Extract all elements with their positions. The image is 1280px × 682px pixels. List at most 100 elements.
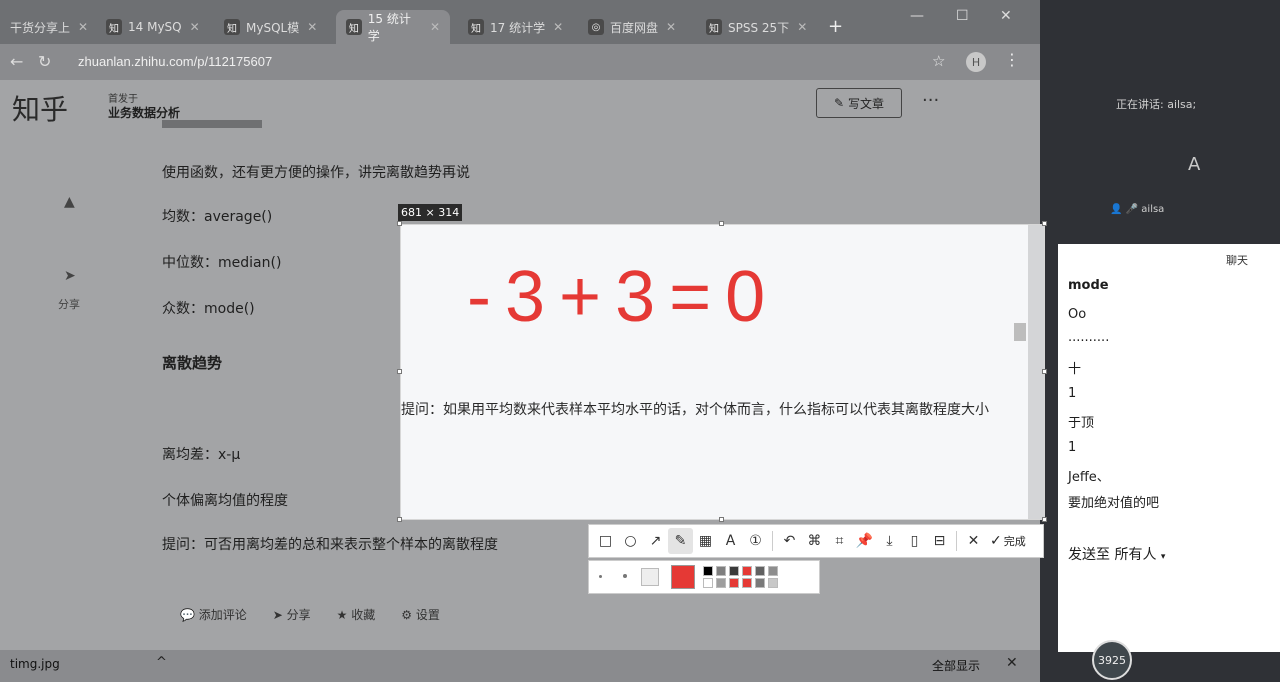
tab-baidu-pan[interactable]: ◎ 百度网盘 ✕ [578,10,686,44]
capture-region[interactable]: -3+3=0 提问：如果用平均数来代表样本平均水平的话，对个体而言，什么指标可以… [400,224,1045,520]
tab-spss[interactable]: 知 SPSS 25下 ✕ [696,10,817,44]
ellipse-tool-icon[interactable]: ○ [618,528,643,554]
close-icon[interactable]: ✕ [307,20,317,34]
captured-scrollbar [1014,323,1026,341]
tab-ganhuo[interactable]: 干货分享上 ✕ [0,10,98,44]
send-to-selector[interactable]: 发送至 所有人 ▾ [1068,544,1165,564]
more-icon[interactable]: ··· [922,90,939,111]
site-logo[interactable]: 知乎 [12,88,68,128]
minimize-button[interactable]: — [910,8,924,24]
browser-menu-icon[interactable]: ⋮ [1004,50,1020,69]
capture-size-label: 681 × 314 [398,204,463,221]
tab-statistics-17[interactable]: 知 17 统计学 ✕ [458,10,573,44]
bookmark-star-icon[interactable]: ☆ [932,52,945,70]
color-swatch[interactable] [703,578,713,588]
close-icon[interactable]: ✕ [78,20,88,34]
paragraph: 中位数：median() [162,255,282,271]
tab-mysql-model[interactable]: 知 MySQL模 ✕ [214,10,327,44]
close-icon[interactable]: ✕ [553,20,563,34]
favorite-button[interactable]: ★ 收藏 [337,606,376,623]
arrow-tool-icon[interactable]: ↗ [643,528,668,554]
phone-icon[interactable]: ▯ [902,528,927,554]
done-button[interactable]: ✓ 完成 [990,533,1026,549]
color-swatch[interactable] [755,578,765,588]
medium-size-dot[interactable] [623,574,627,578]
color-swatch[interactable] [716,578,726,588]
share-button[interactable]: ➤ 分享 [273,606,311,623]
resize-handle[interactable] [1042,369,1047,374]
cancel-icon[interactable]: ✕ [961,528,986,554]
reload-icon[interactable]: ↻ [38,52,51,71]
resize-handle[interactable] [397,221,402,226]
translate-icon[interactable]: ⌗ [827,528,852,554]
chevron-up-icon[interactable]: ^ [156,655,167,670]
resize-handle[interactable] [1042,221,1047,226]
zhihu-icon: 知 [706,19,722,35]
chat-message: .......... [1068,330,1110,345]
upvote-icon[interactable]: ▲ [64,194,75,210]
color-swatch[interactable] [729,578,739,588]
settings-button[interactable]: ⚙ 设置 [401,606,440,623]
write-article-button[interactable]: ✎ 写文章 [816,88,902,118]
number-tool-icon[interactable]: ① [743,528,768,554]
close-icon[interactable]: ✕ [1006,655,1018,671]
tab-mysql-14[interactable]: 知 14 MySQ ✕ [96,10,210,44]
color-swatch[interactable] [716,566,726,576]
speaker-avatar: A [1188,154,1201,175]
zhihu-icon: 知 [106,19,122,35]
tab-label: MySQL模 [246,20,300,35]
rectangle-tool-icon[interactable]: □ [593,528,618,554]
user-badge[interactable]: 3925 [1092,640,1132,680]
profile-avatar[interactable]: H [966,52,986,72]
window-close-button[interactable]: ✕ [1000,8,1012,24]
browser-tab-bar: 干货分享上 ✕ 知 14 MySQ ✕ 知 MySQL模 ✕ 知 15 统计学 ✕ 知 17 统… [0,0,1040,44]
small-size-dot[interactable] [599,575,602,578]
url-field[interactable]: zhuanlan.zhihu.com/p/112175607 [78,54,272,69]
resize-handle[interactable] [397,369,402,374]
close-icon[interactable]: ✕ [666,20,676,34]
chat-message: Jeffe、 [1068,470,1110,485]
download-bar: timg.jpg ^ 全部显示 ✕ [0,650,1040,682]
caret-down-icon: ▾ [1160,552,1166,562]
close-icon[interactable]: ✕ [190,20,200,34]
color-swatch[interactable] [755,566,765,576]
resize-handle[interactable] [397,517,402,522]
share-label[interactable]: 分享 [58,296,80,312]
resize-handle[interactable] [1042,517,1047,522]
show-all-downloads[interactable]: 全部显示 [932,657,980,674]
cut-off-heading [162,120,262,128]
add-comment-button[interactable]: 💬 添加评论 [180,606,247,623]
bookmark-icon[interactable]: ⊟ [927,528,952,554]
paragraph: 使用函数，还有更方便的操作，讲完离散趋势再说 [162,165,470,181]
ocr-icon[interactable]: ⌘ [802,528,827,554]
maximize-button[interactable]: ☐ [956,8,969,24]
current-color-swatch[interactable] [671,565,695,589]
color-swatch[interactable] [729,566,739,576]
color-swatch[interactable] [768,566,778,576]
close-icon[interactable]: ✕ [797,20,807,34]
download-file[interactable]: timg.jpg [10,657,60,671]
resize-handle[interactable] [719,517,724,522]
text-tool-icon[interactable]: A [718,528,743,554]
new-tab-button[interactable]: + [828,16,843,37]
tab-label: 17 统计学 [490,20,546,35]
column-title[interactable]: 业务数据分析 [108,104,180,121]
resize-handle[interactable] [719,221,724,226]
color-swatch[interactable] [742,578,752,588]
close-icon[interactable]: ✕ [430,20,440,34]
share-icon[interactable]: ➤ [64,268,76,284]
handwriting-annotation: -3+3=0 [467,257,765,337]
large-size-dot[interactable] [641,568,659,586]
color-swatch[interactable] [703,566,713,576]
chat-message: Oo [1068,307,1087,322]
back-arrow-icon[interactable]: ← [10,52,23,71]
download-icon[interactable]: ⤓ [877,528,902,554]
color-swatch[interactable] [742,566,752,576]
color-swatch[interactable] [768,578,778,588]
address-bar: ← ↻ zhuanlan.zhihu.com/p/112175607 ☆ H ⋮ [0,44,1040,80]
pin-icon[interactable]: 📌 [852,528,877,554]
tab-statistics-15[interactable]: 知 15 统计学 ✕ [336,10,450,44]
pen-tool-icon[interactable]: ✎ [668,528,693,554]
undo-icon[interactable]: ↶ [777,528,802,554]
mosaic-tool-icon[interactable]: ▦ [693,528,718,554]
